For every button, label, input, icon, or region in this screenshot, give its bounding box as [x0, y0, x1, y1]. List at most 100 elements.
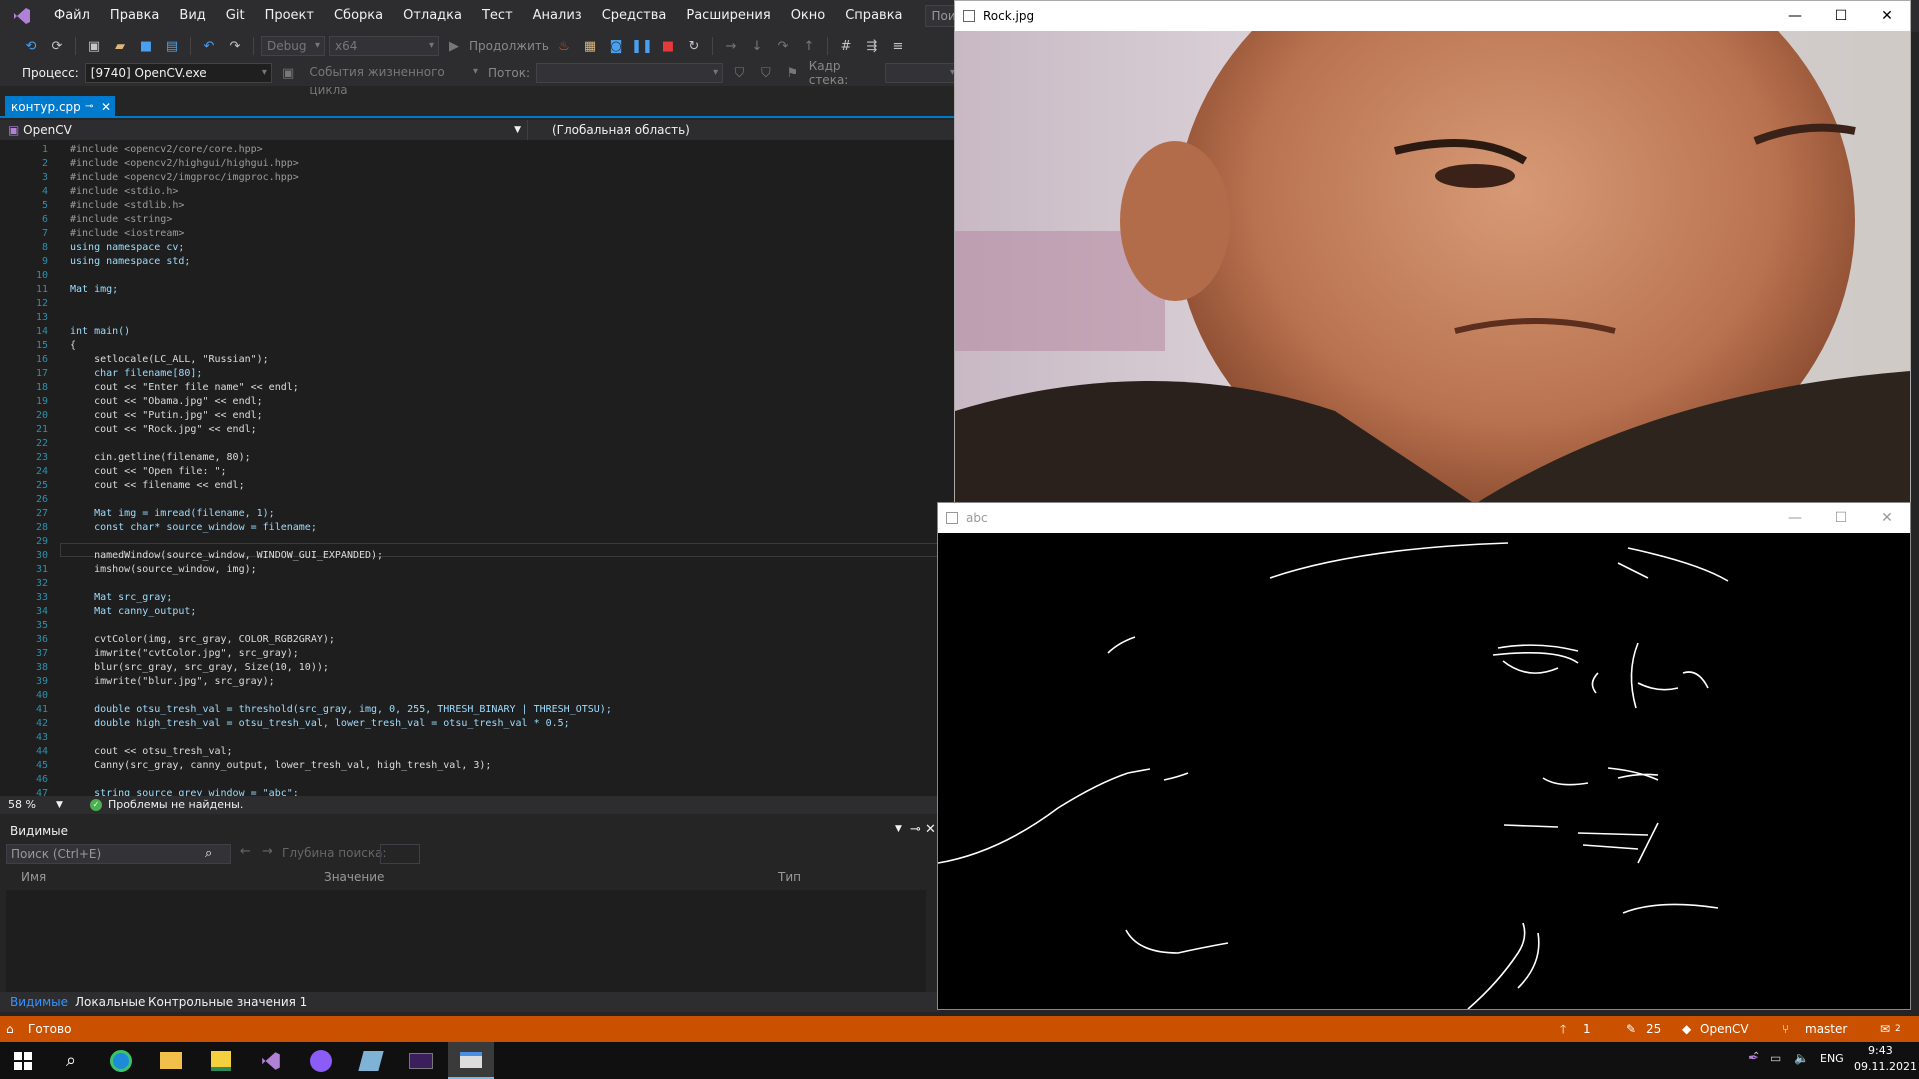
code-line[interactable]: 20 cout << "Putin.jpg" << endl;	[0, 409, 955, 423]
start-button[interactable]	[0, 1042, 46, 1079]
back-icon[interactable]: ←	[240, 844, 251, 859]
menu-project[interactable]: Проект	[255, 0, 324, 32]
locals-grid[interactable]	[6, 890, 926, 998]
code-line[interactable]: 1 #include <opencv2/core/core.hpp>	[0, 143, 955, 157]
undo-icon[interactable]: ↶	[198, 35, 220, 57]
code-line[interactable]: 17 char filename[80];	[0, 367, 955, 381]
code-line[interactable]: 44 cout << otsu_tresh_val;	[0, 745, 955, 759]
abc-window-titlebar[interactable]: abc — ☐ ✕	[938, 503, 1910, 533]
lifecycle-icon[interactable]: ▣	[278, 62, 299, 84]
menu-window[interactable]: Окно	[781, 0, 836, 32]
visual-studio-icon[interactable]	[248, 1042, 294, 1079]
play-icon[interactable]: ▶	[443, 35, 465, 57]
branch-name[interactable]: master	[1805, 1016, 1847, 1042]
tab-locals[interactable]: Локальные	[75, 992, 145, 1012]
code-line[interactable]: 12	[0, 297, 955, 311]
menu-build[interactable]: Сборка	[324, 0, 393, 32]
code-line[interactable]: 24 cout << "Open file: ";	[0, 465, 955, 479]
step-into-icon[interactable]: ↓	[746, 35, 768, 57]
close-button[interactable]: ✕	[1864, 503, 1910, 533]
back-icon[interactable]: ⟲	[20, 35, 42, 57]
sticky-notes-icon[interactable]	[198, 1042, 244, 1079]
notifications-count[interactable]: 2	[1895, 1016, 1901, 1042]
code-line[interactable]: 40	[0, 689, 955, 703]
code-line[interactable]: 2 #include <opencv2/highgui/highgui.hpp>	[0, 157, 955, 171]
menu-extensions[interactable]: Расширения	[676, 0, 780, 32]
commits-up-count[interactable]: 1	[1583, 1016, 1591, 1042]
file-explorer-icon[interactable]	[148, 1042, 194, 1079]
code-line[interactable]: 3 #include <opencv2/imgproc/imgproc.hpp>	[0, 171, 955, 185]
pause-icon[interactable]: ❚❚	[631, 35, 653, 57]
menu-analyze[interactable]: Анализ	[523, 0, 592, 32]
code-line[interactable]: 15 {	[0, 339, 955, 353]
open-file-icon[interactable]: ▦	[579, 35, 601, 57]
code-line[interactable]: 26	[0, 493, 955, 507]
process-select[interactable]: [9740] OpenCV.exe	[84, 63, 272, 83]
code-line[interactable]: 13	[0, 311, 955, 325]
maximize-button[interactable]: ☐	[1818, 1, 1864, 31]
pencil-icon[interactable]: ✎	[1626, 1016, 1636, 1042]
code-line[interactable]: 25 cout << filename << endl;	[0, 479, 955, 493]
code-line[interactable]: 29	[0, 535, 955, 549]
arrow-up-icon[interactable]: 🡑	[1560, 1016, 1566, 1042]
restart-icon[interactable]: ↻	[683, 35, 705, 57]
minimize-button[interactable]: —	[1772, 1, 1818, 31]
code-line[interactable]: 42 double high_tresh_val = otsu_tresh_va…	[0, 717, 955, 731]
filter-icon[interactable]: ⛉	[729, 62, 750, 84]
repo-name[interactable]: OpenCV	[1700, 1016, 1749, 1042]
col-name[interactable]: Имя	[21, 870, 46, 884]
language-indicator[interactable]: ENG	[1820, 1052, 1844, 1065]
code-line[interactable]: 5 #include <stdlib.h>	[0, 199, 955, 213]
scope-select[interactable]: (Глобальная область)	[552, 120, 690, 140]
issues-status[interactable]: Проблемы не найдены.	[108, 796, 243, 814]
code-line[interactable]: 16 setlocale(LC_ALL, "Russian");	[0, 353, 955, 367]
threads-icon[interactable]: ⇶	[861, 35, 883, 57]
menu-tools[interactable]: Средства	[592, 0, 677, 32]
code-line[interactable]: 14 int main()	[0, 325, 955, 339]
code-line[interactable]: 30 namedWindow(source_window, WINDOW_GUI…	[0, 549, 955, 563]
tab-kontur-cpp[interactable]: контур.cpp ⊸ ✕	[5, 96, 115, 118]
stack-frame-select[interactable]	[884, 63, 961, 83]
network-icon[interactable]: ▭	[1770, 1051, 1781, 1065]
opencv-window-icon[interactable]	[448, 1042, 494, 1079]
clock-date[interactable]: 09.11.2021	[1854, 1060, 1917, 1073]
lifecycle-select[interactable]: События жизненного цикла	[304, 63, 482, 97]
code-line[interactable]: 43	[0, 731, 955, 745]
code-line[interactable]: 11 Mat img;	[0, 283, 955, 297]
search-depth-select[interactable]	[380, 844, 420, 864]
menu-view[interactable]: Вид	[169, 0, 215, 32]
code-line[interactable]: 4 #include <stdio.h>	[0, 185, 955, 199]
code-line[interactable]: 46	[0, 773, 955, 787]
code-line[interactable]: 45 Canny(src_gray, canny_output, lower_t…	[0, 759, 955, 773]
close-icon[interactable]: ✕	[925, 822, 936, 837]
platform-select[interactable]: x64	[329, 36, 439, 56]
volume-icon[interactable]: 🔈	[1794, 1051, 1809, 1065]
code-line[interactable]: 35	[0, 619, 955, 633]
code-line[interactable]: 27 Mat img = imread(filename, 1);	[0, 507, 955, 521]
code-line[interactable]: 39 imwrite("blur.jpg", src_gray);	[0, 675, 955, 689]
code-line[interactable]: 31 imshow(source_window, img);	[0, 563, 955, 577]
code-line[interactable]: 36 cvtColor(img, src_gray, COLOR_RGB2GRA…	[0, 633, 955, 647]
maximize-button[interactable]: ☐	[1818, 503, 1864, 533]
code-line[interactable]: 38 blur(src_gray, src_gray, Size(10, 10)…	[0, 661, 955, 675]
tab-watch[interactable]: Контрольные значения 1	[148, 992, 307, 1012]
code-line[interactable]: 32	[0, 577, 955, 591]
save-icon[interactable]: ■	[135, 35, 157, 57]
save-all-icon[interactable]: ▤	[161, 35, 183, 57]
code-line[interactable]: 22	[0, 437, 955, 451]
code-line[interactable]: 23 cin.getline(filename, 80);	[0, 451, 955, 465]
minimize-button[interactable]: —	[1772, 503, 1818, 533]
menu-file[interactable]: Файл	[44, 0, 100, 32]
code-editor[interactable]: 1 #include <opencv2/core/core.hpp> 2 #inclu…	[0, 140, 955, 796]
branch-icon[interactable]: ⑂	[1782, 1016, 1789, 1042]
menu-debug[interactable]: Отладка	[393, 0, 472, 32]
redo-icon[interactable]: ↷	[224, 35, 246, 57]
code-line[interactable]: 7 #include <iostream>	[0, 227, 955, 241]
menu-edit[interactable]: Правка	[100, 0, 169, 32]
code-line[interactable]: 19 cout << "Obama.jpg" << endl;	[0, 395, 955, 409]
continue-button[interactable]: Продолжить	[469, 39, 549, 53]
open-folder-icon[interactable]: ▰	[109, 35, 131, 57]
clock-time[interactable]: 9:43	[1868, 1044, 1893, 1057]
hot-reload-icon[interactable]: ♨	[553, 35, 575, 57]
code-line[interactable]: 8 using namespace cv;	[0, 241, 955, 255]
